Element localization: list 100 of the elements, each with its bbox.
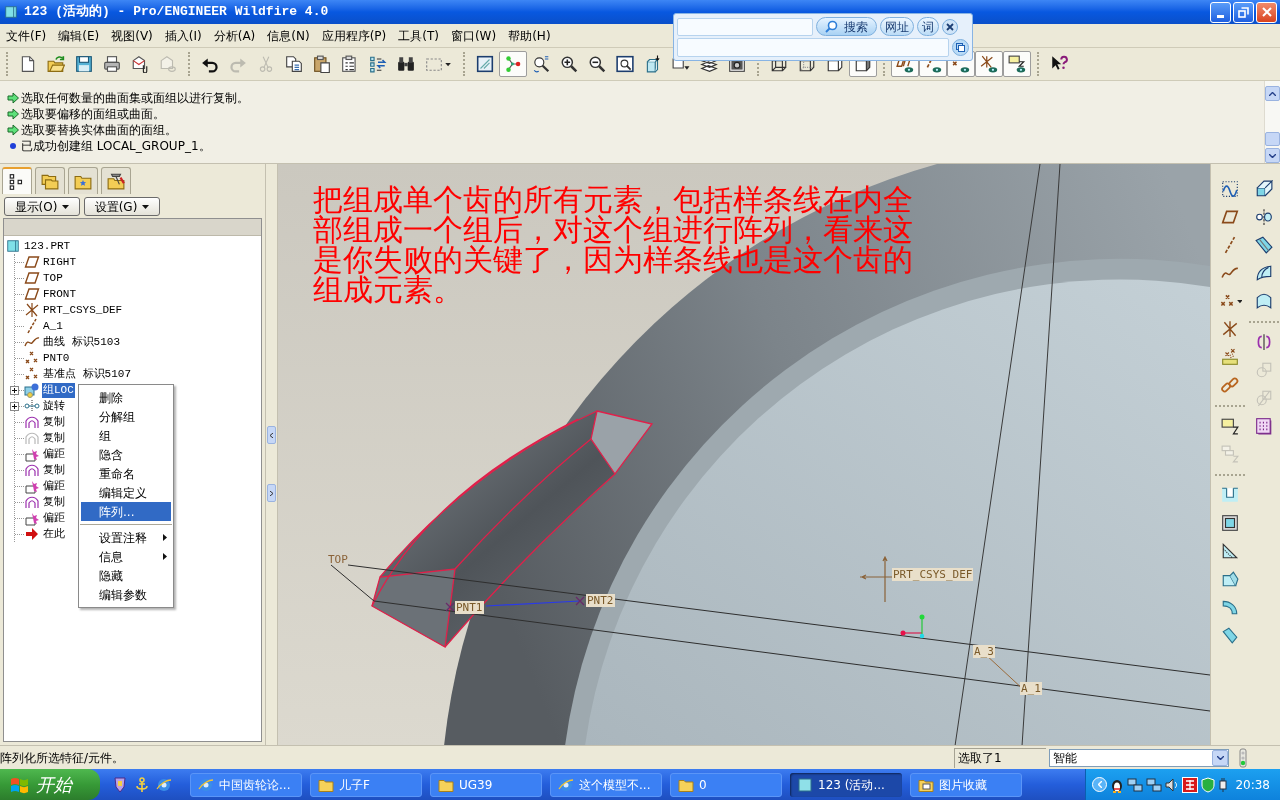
- orbit-globe-icon: [156, 776, 172, 793]
- network-icon[interactable]: [1146, 776, 1162, 793]
- input-method-icon[interactable]: [1182, 776, 1198, 793]
- menu-item[interactable]: 重命名: [81, 464, 171, 483]
- expand-plus-icon[interactable]: [10, 401, 19, 411]
- menu-item[interactable]: 编辑(E): [52, 25, 106, 46]
- menu-item[interactable]: 隐含: [81, 445, 171, 464]
- tree-item-label[interactable]: FRONT: [42, 286, 77, 302]
- quick-launch-button[interactable]: [134, 776, 150, 793]
- start-button[interactable]: 开始: [0, 769, 100, 800]
- menu-item[interactable]: 设置注释: [81, 528, 171, 547]
- tree-item-label[interactable]: 复制: [42, 462, 66, 478]
- search-field[interactable]: [677, 17, 813, 36]
- datum-label[interactable]: A_3: [973, 645, 995, 658]
- collapse-right-button[interactable]: [267, 484, 276, 502]
- menu-item[interactable]: 视图(V): [105, 25, 159, 46]
- toolbar-button[interactable]: [1003, 51, 1031, 77]
- message-text: 选取要替换实体曲面的面组。: [21, 122, 177, 139]
- copy-surface-icon: [24, 462, 40, 478]
- menu-item[interactable]: 文件(F): [0, 25, 53, 46]
- tree-item-label[interactable]: 在此: [42, 526, 66, 542]
- tree-item-label[interactable]: 复制: [42, 494, 66, 510]
- scroll-down-button[interactable]: [1265, 148, 1280, 163]
- address-field[interactable]: [677, 38, 949, 57]
- menu-item[interactable]: 组: [81, 426, 171, 445]
- menu-item[interactable]: 阵列...: [81, 502, 171, 521]
- taskbar-button[interactable]: 图片收藏: [910, 772, 1022, 797]
- datum-label[interactable]: TOP: [327, 553, 349, 566]
- tree-item-label[interactable]: 偏距: [42, 478, 66, 494]
- menu-item[interactable]: 分解组: [81, 407, 171, 426]
- selection-filter-dropdown[interactable]: 智能: [1049, 748, 1229, 767]
- tree-item-label[interactable]: 偏距: [42, 510, 66, 526]
- expand-plus-icon[interactable]: [10, 385, 19, 395]
- tree-item-label[interactable]: 组LOC: [42, 382, 75, 398]
- arrow-icon: [7, 108, 19, 120]
- datum-label[interactable]: PRT_CSYS_DEF: [892, 568, 974, 581]
- tree-item-label[interactable]: RIGHT: [42, 254, 77, 270]
- menu-item[interactable]: 删除: [81, 388, 171, 407]
- menu-item[interactable]: 应用程序(P): [315, 25, 393, 46]
- scrollbar-thumb[interactable]: [1265, 132, 1280, 146]
- tree-item-label[interactable]: 偏距: [42, 446, 66, 462]
- datum-points-icon: [24, 366, 40, 382]
- datum-label[interactable]: A_1: [1020, 682, 1042, 695]
- tree-item-label[interactable]: 复制: [42, 414, 66, 430]
- collapse-left-button[interactable]: [267, 426, 276, 444]
- menu-item[interactable]: 帮助(H): [502, 25, 557, 46]
- menu-item[interactable]: 工具(T): [392, 25, 445, 46]
- restore-button[interactable]: [1233, 1, 1254, 23]
- quick-launch-button[interactable]: [112, 776, 128, 793]
- popup-close-button[interactable]: [942, 18, 958, 35]
- tree-item-label[interactable]: PNT0: [42, 350, 71, 366]
- speaker-icon[interactable]: [1165, 776, 1179, 793]
- taskbar-button[interactable]: 儿子F: [310, 772, 422, 797]
- tree-item-label[interactable]: A_1: [42, 318, 64, 334]
- taskbar-button[interactable]: 123 (活动...: [790, 772, 902, 797]
- panel-tab[interactable]: [2, 167, 32, 194]
- tree-item-label[interactable]: 复制: [42, 430, 66, 446]
- taskbar-button[interactable]: 中国齿轮论...: [190, 772, 302, 797]
- tree-item-label[interactable]: PRT_CSYS_DEF: [42, 302, 124, 318]
- search-button[interactable]: 搜索: [816, 17, 877, 36]
- quick-launch-button[interactable]: [156, 776, 172, 793]
- expand-button[interactable]: [952, 39, 969, 56]
- scroll-up-button[interactable]: [1265, 86, 1280, 101]
- menu-item[interactable]: 信息: [81, 547, 171, 566]
- datum-label[interactable]: PNT1: [455, 601, 484, 614]
- scrollbar[interactable]: [1264, 81, 1280, 163]
- tree-item-label[interactable]: 基准点 标识5107: [42, 366, 132, 382]
- panel-tab[interactable]: [101, 167, 131, 194]
- network-icon[interactable]: [1127, 776, 1143, 793]
- tree-item-label[interactable]: 曲线 标识5103: [42, 334, 121, 350]
- menu-item[interactable]: 窗口(W): [444, 25, 503, 46]
- tree-item-label[interactable]: 旋转: [42, 398, 66, 414]
- orbit-globe-icon: [558, 776, 574, 793]
- plug-icon[interactable]: [1218, 776, 1228, 793]
- taskbar-button[interactable]: UG39: [430, 772, 542, 797]
- copy-squares-icon: [956, 43, 965, 52]
- minimize-button[interactable]: [1210, 1, 1231, 23]
- menu-item[interactable]: 隐藏: [81, 566, 171, 585]
- taskbar-button[interactable]: 这个模型不...: [550, 772, 662, 797]
- part-cube-icon: [797, 776, 813, 793]
- search-mode-button[interactable]: 词: [917, 17, 939, 36]
- menu-item[interactable]: 分析(A): [207, 25, 262, 46]
- dropdown-button[interactable]: 设置(G): [84, 197, 160, 216]
- chevron-down-icon: [1269, 153, 1276, 158]
- toolbar-button[interactable]: [975, 51, 1003, 77]
- taskbar-button[interactable]: 0: [670, 772, 782, 797]
- search-mode-button[interactable]: 网址: [880, 17, 914, 36]
- dropdown-arrow-button[interactable]: [1212, 749, 1228, 766]
- model-viewport[interactable]: 把组成单个齿的所有元素，包括样条线在内全部组成一个组后，对这个组进行阵列，看来这是你失败的关键了，因为样条线也是这个齿的组成元素。 TOP PNT1 PNT2 PRT_CSYS_DEF A_3 A_1: [278, 164, 1210, 745]
- datum-label[interactable]: PNT2: [586, 594, 615, 607]
- close-button[interactable]: [1256, 1, 1277, 23]
- tree-item-label[interactable]: TOP: [42, 270, 64, 286]
- tree-item-label[interactable]: 123.PRT: [24, 238, 71, 254]
- menu-item[interactable]: 插入(I): [158, 25, 208, 46]
- flag-icon: [10, 775, 30, 794]
- menu-item[interactable]: 编辑定义: [81, 483, 171, 502]
- dropdown-button[interactable]: 显示(O): [4, 197, 80, 216]
- menu-item[interactable]: 编辑参数: [81, 585, 171, 604]
- menu-item[interactable]: 信息(N): [261, 25, 316, 46]
- show-hidden-icons-button[interactable]: [1092, 777, 1107, 792]
